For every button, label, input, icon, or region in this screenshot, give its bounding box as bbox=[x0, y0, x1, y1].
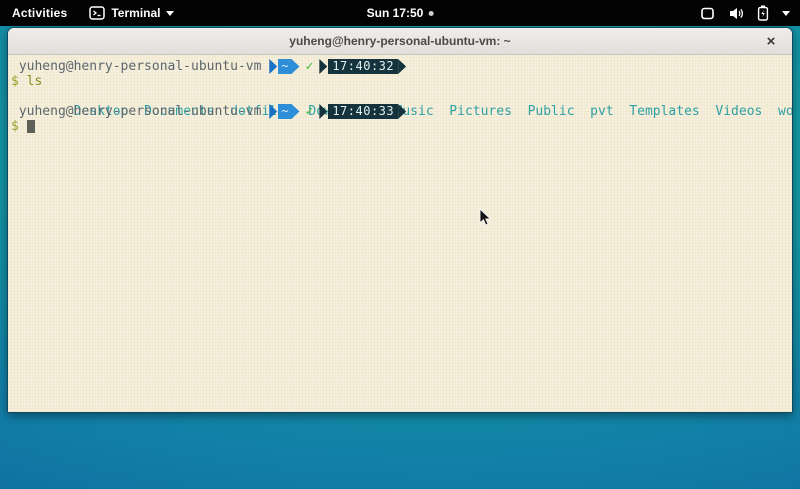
input-line: $ bbox=[11, 119, 789, 134]
battery-charging-icon bbox=[757, 5, 769, 21]
app-menu-label: Terminal bbox=[111, 6, 160, 20]
prompt-cwd-segment: ~ bbox=[269, 59, 299, 74]
powerline-arrow-icon bbox=[398, 104, 406, 119]
app-menu-terminal[interactable]: Terminal bbox=[79, 5, 184, 21]
terminal-window: yuheng@henry-personal-ubuntu-vm: ~ × yuh… bbox=[7, 27, 793, 413]
prompt-time: 17:40:32 bbox=[328, 59, 398, 74]
directory-name: Public bbox=[528, 104, 575, 119]
powerline-arrow-icon bbox=[319, 104, 327, 119]
prompt-cwd: ~ bbox=[278, 59, 291, 74]
window-titlebar[interactable]: yuheng@henry-personal-ubuntu-vm: ~ × bbox=[8, 28, 792, 55]
window-title: yuheng@henry-personal-ubuntu-vm: ~ bbox=[289, 34, 510, 48]
prompt-line: yuheng@henry-personal-ubuntu-vm ~ ✓ 17:4… bbox=[11, 59, 789, 74]
notification-dot bbox=[428, 11, 433, 16]
desktop-background: yuheng@henry-personal-ubuntu-vm: ~ × yuh… bbox=[0, 26, 800, 489]
prompt-symbol: $ bbox=[11, 74, 19, 89]
powerline-arrow-icon bbox=[269, 59, 277, 74]
clock-menu[interactable]: Sun 17:50 bbox=[367, 0, 434, 26]
terminal-cursor bbox=[27, 120, 35, 133]
terminal-app-icon bbox=[89, 5, 105, 21]
chevron-down-icon bbox=[782, 11, 790, 16]
status-check-icon: ✓ bbox=[300, 104, 320, 119]
directory-name: Templates bbox=[629, 104, 699, 119]
powerline-arrow-icon bbox=[269, 104, 277, 119]
prompt-symbol: $ bbox=[11, 119, 19, 134]
prompt-user-host: yuheng@henry-personal-ubuntu-vm bbox=[11, 59, 261, 74]
directory-name: workspace bbox=[778, 104, 792, 119]
prompt-user-host: yuheng@henry-personal-ubuntu-vm bbox=[11, 104, 261, 119]
prompt-time-segment: 17:40:33 bbox=[319, 104, 406, 119]
system-status-area[interactable] bbox=[700, 0, 800, 26]
ls-output: DesktopDocumentsdotfilesDownloadsMusicPi… bbox=[11, 89, 789, 104]
powerline-arrow-icon bbox=[319, 59, 327, 74]
powerline-arrow-icon bbox=[398, 59, 406, 74]
chevron-down-icon bbox=[166, 11, 174, 16]
directory-name: Videos bbox=[715, 104, 762, 119]
typed-command: ls bbox=[27, 74, 43, 89]
volume-icon bbox=[728, 6, 744, 21]
prompt-cwd-segment: ~ bbox=[269, 104, 299, 119]
screen-icon bbox=[700, 6, 715, 21]
clock-label: Sun 17:50 bbox=[367, 6, 424, 20]
prompt-time-segment: 17:40:32 bbox=[319, 59, 406, 74]
terminal-screen[interactable]: yuheng@henry-personal-ubuntu-vm ~ ✓ 17:4… bbox=[8, 55, 792, 412]
prompt-time: 17:40:33 bbox=[328, 104, 398, 119]
prompt-cwd: ~ bbox=[278, 104, 291, 119]
close-icon[interactable]: × bbox=[760, 28, 782, 54]
top-bar: Activities Terminal Sun 17:50 bbox=[0, 0, 800, 26]
powerline-arrow-icon bbox=[292, 104, 300, 119]
mouse-cursor-icon bbox=[479, 208, 493, 233]
activities-button[interactable]: Activities bbox=[0, 6, 79, 20]
status-check-icon: ✓ bbox=[300, 59, 320, 74]
directory-name: Pictures bbox=[449, 104, 512, 119]
powerline-arrow-icon bbox=[292, 59, 300, 74]
directory-name: pvt bbox=[590, 104, 613, 119]
command-line: $ ls bbox=[11, 74, 789, 89]
